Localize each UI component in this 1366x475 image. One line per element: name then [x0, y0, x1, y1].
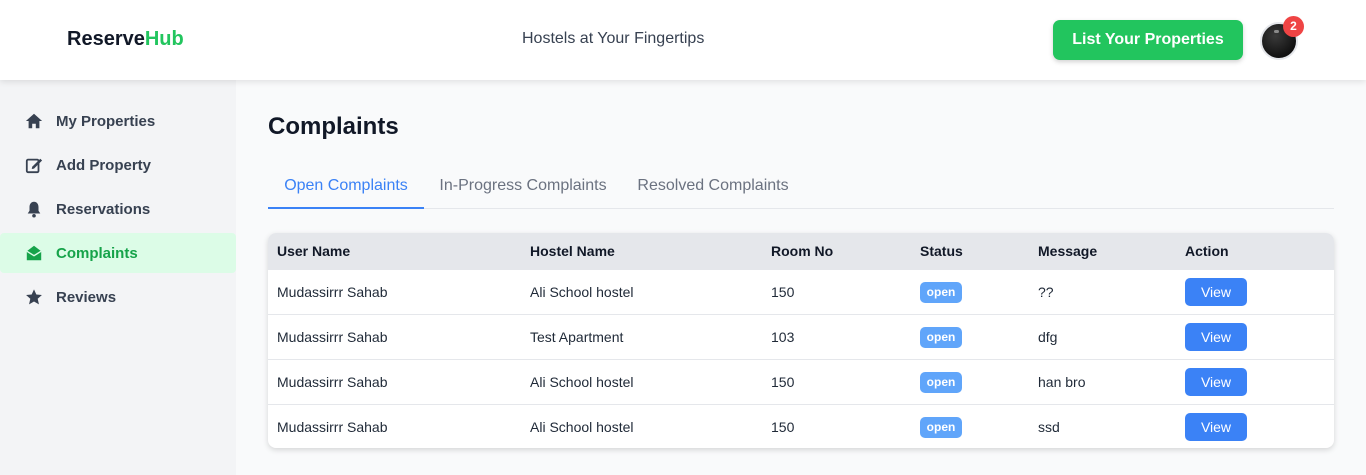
cell-user-name: Mudassirrr Sahab: [277, 284, 388, 300]
page-title: Complaints: [268, 113, 399, 140]
tagline: Hostels at Your Fingertips: [522, 30, 705, 47]
sidebar-item-my-properties[interactable]: My Properties: [0, 101, 236, 141]
cell-user-name: Mudassirrr Sahab: [277, 329, 388, 345]
view-button[interactable]: View: [1185, 278, 1247, 306]
cell-room-no: 150: [771, 374, 795, 390]
table-row: Mudassirrr Sahab Ali School hostel 150 o…: [268, 359, 1334, 404]
logo-text: Reserve: [67, 28, 145, 50]
sidebar-item-label: Add Property: [56, 156, 152, 174]
cell-room-no: 103: [771, 329, 795, 345]
status-badge: open: [920, 372, 962, 393]
bell-icon: [24, 199, 44, 219]
table-header: User Name Hostel Name Room No Status Mes…: [268, 233, 1334, 269]
logo-accent-text: Hub: [144, 28, 184, 50]
complaints-table: User Name Hostel Name Room No Status Mes…: [268, 233, 1334, 448]
cell-message: ??: [1038, 284, 1054, 300]
complaint-tabs: Open Complaints In-Progress Complaints R…: [268, 168, 1334, 209]
envelope-open-icon: [24, 243, 44, 263]
status-badge: open: [920, 417, 962, 438]
cell-hostel-name: Ali School hostel: [530, 284, 634, 300]
cell-message: ssd: [1038, 419, 1060, 435]
logo[interactable]: ReserveHub: [67, 28, 184, 51]
sidebar-item-complaints[interactable]: Complaints: [0, 233, 236, 273]
column-header-status: Status: [920, 243, 963, 259]
home-icon: [24, 111, 44, 131]
sidebar-item-reservations[interactable]: Reservations: [0, 189, 236, 229]
view-button[interactable]: View: [1185, 323, 1247, 351]
main-content: Complaints Open Complaints In-Progress C…: [236, 80, 1366, 475]
cell-room-no: 150: [771, 284, 795, 300]
cell-user-name: Mudassirrr Sahab: [277, 419, 388, 435]
notification-badge: 2: [1283, 16, 1304, 37]
tab-resolved-complaints[interactable]: Resolved Complaints: [628, 168, 798, 209]
cell-hostel-name: Ali School hostel: [530, 419, 634, 435]
cell-message: dfg: [1038, 329, 1058, 345]
table-row: Mudassirrr Sahab Test Apartment 103 open…: [268, 314, 1334, 359]
list-your-properties-button[interactable]: List Your Properties: [1053, 20, 1243, 60]
table-row: Mudassirrr Sahab Ali School hostel 150 o…: [268, 269, 1334, 314]
cell-hostel-name: Ali School hostel: [530, 374, 634, 390]
view-button[interactable]: View: [1185, 368, 1247, 396]
cell-hostel-name: Test Apartment: [530, 329, 624, 345]
sidebar: My Properties Add Property Reservations …: [0, 80, 236, 475]
cell-message: han bro: [1038, 374, 1086, 390]
tab-in-progress-complaints[interactable]: In-Progress Complaints: [434, 168, 612, 209]
column-header-action: Action: [1185, 243, 1229, 259]
star-icon: [24, 287, 44, 307]
sidebar-item-label: Complaints: [56, 244, 138, 262]
edit-icon: [24, 155, 44, 175]
cell-user-name: Mudassirrr Sahab: [277, 374, 388, 390]
sidebar-item-label: Reservations: [56, 200, 151, 218]
column-header-message: Message: [1038, 243, 1098, 259]
column-header-room-no: Room No: [771, 243, 834, 259]
view-button[interactable]: View: [1185, 413, 1247, 441]
cell-room-no: 150: [771, 419, 795, 435]
sidebar-item-label: Reviews: [56, 288, 117, 306]
column-header-hostel-name: Hostel Name: [530, 243, 615, 259]
status-badge: open: [920, 282, 962, 303]
column-header-user-name: User Name: [277, 243, 351, 259]
table-row: Mudassirrr Sahab Ali School hostel 150 o…: [268, 404, 1334, 448]
tab-open-complaints[interactable]: Open Complaints: [268, 168, 424, 209]
sidebar-item-label: My Properties: [56, 112, 156, 130]
sidebar-item-reviews[interactable]: Reviews: [0, 277, 236, 317]
top-header: ReserveHub Hostels at Your Fingertips Li…: [0, 0, 1366, 80]
status-badge: open: [920, 327, 962, 348]
sidebar-item-add-property[interactable]: Add Property: [0, 145, 236, 185]
avatar-highlight: [1274, 30, 1279, 33]
